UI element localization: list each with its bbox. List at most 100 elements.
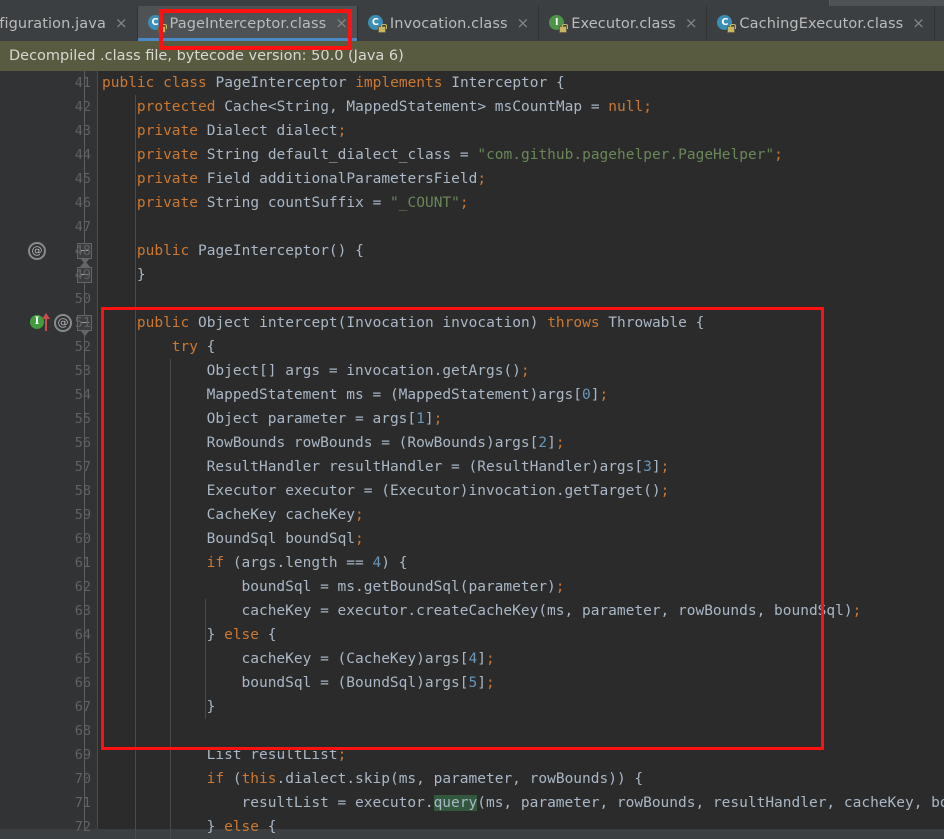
line-number: 45 [74, 171, 91, 187]
code-token: query [433, 795, 478, 811]
code-line[interactable]: private Dialect dialect; [137, 119, 347, 143]
code-line[interactable]: boundSql = ms.getBoundSql(parameter); [242, 575, 565, 599]
code-token: { [259, 627, 277, 643]
editor-tab-cachingexecutor-class[interactable]: C CachingExecutor.class × [707, 6, 935, 41]
code-line[interactable]: private Field additionalParametersField; [137, 167, 486, 191]
editor-tab-executor-class[interactable]: I Executor.class × [539, 6, 708, 41]
code-line[interactable]: Executor executor = (Executor)invocation… [207, 479, 670, 503]
code-token: ; [477, 171, 487, 187]
line-number: 41 [74, 75, 91, 91]
line-number: 67 [74, 699, 91, 715]
code-line[interactable]: boundSql = (BoundSql)args[5]; [242, 671, 495, 695]
line-number: 49 [74, 267, 91, 283]
code-token: boundSql = ms.getBoundSql(parameter) [241, 579, 556, 595]
code-token: ResultHandler resultHandler = (ResultHan… [206, 459, 644, 475]
indent-guide [134, 95, 136, 839]
code-line[interactable]: public Object intercept(Invocation invoc… [137, 311, 704, 335]
line-number: 57 [74, 459, 91, 475]
code-token: ; [643, 99, 652, 115]
editor-tab-invocation-class[interactable]: C Invocation.class × [357, 6, 540, 41]
code-token: ; [774, 147, 783, 163]
code-token: String default_dialect_class = [206, 147, 478, 163]
code-token: CacheKey cacheKey [206, 507, 356, 523]
code-token: (ms, parameter, rowBounds, resultHandler… [477, 795, 944, 811]
code-line[interactable]: try { [172, 335, 216, 359]
code-editor[interactable]: 41 42 43 44 45 46 47 48 @49 50 51 I @52 53 54 55 56 57 58 5… [0, 71, 944, 839]
code-line[interactable]: } [207, 695, 216, 719]
override-arrow-icon[interactable] [42, 313, 50, 331]
editor-tab-nfiguration-java[interactable]: nfiguration.java × [0, 6, 138, 41]
code-line[interactable]: private String default_dialect_class = "… [137, 143, 783, 167]
annotation-gutter-icon[interactable]: @ [54, 314, 72, 332]
code-token: 2 [538, 435, 548, 451]
code-token: List resultList [206, 747, 338, 763]
code-token: PageInterceptor() { [197, 243, 364, 259]
line-number: 46 [74, 195, 91, 211]
code-line[interactable]: } else { [207, 623, 277, 647]
close-icon[interactable]: × [115, 16, 128, 31]
code-line[interactable]: resultList = executor.query(ms, paramete… [242, 791, 944, 815]
code-token: ; [520, 363, 530, 379]
code-line[interactable]: cacheKey = executor.createCacheKey(ms, p… [242, 599, 862, 623]
code-token: Object parameter = args[ [206, 411, 417, 427]
code-line[interactable]: protected Cache<String, MappedStatement>… [137, 95, 652, 119]
code-line[interactable]: if (args.length == 4) { [207, 551, 408, 575]
code-line[interactable]: if (this.dialect.skip(ms, parameter, row… [207, 767, 644, 791]
code-token: private [136, 171, 207, 187]
code-token: cacheKey = (CacheKey)args[ [241, 651, 469, 667]
lock-badge-icon [559, 24, 569, 33]
indent-guide [169, 359, 171, 839]
close-icon[interactable]: × [912, 16, 925, 31]
code-line[interactable]: public class PageInterceptor implements … [102, 71, 565, 95]
line-number: 66 [74, 675, 91, 691]
code-line[interactable]: MappedStatement ms = (MappedStatement)ar… [207, 383, 609, 407]
editor-tab-partial[interactable]: C [934, 6, 944, 41]
code-token: RowBounds rowBounds = (RowBounds)args[ [206, 435, 539, 451]
editor-gutter[interactable]: 41 42 43 44 45 46 47 48 @49 50 51 I @52 53 54 55 56 57 58 5… [0, 71, 98, 835]
code-token: ] [424, 411, 434, 427]
code-line[interactable]: } [137, 263, 146, 287]
line-number: 55 [74, 411, 91, 427]
code-token: 3 [643, 459, 652, 475]
code-line[interactable]: Object[] args = invocation.getArgs(); [207, 359, 530, 383]
code-token: ; [555, 435, 565, 451]
code-line[interactable]: Object parameter = args[1]; [207, 407, 443, 431]
close-icon[interactable]: × [517, 16, 530, 31]
code-token: ; [599, 387, 609, 403]
line-number: 64 [74, 627, 91, 643]
line-number: 71 [74, 795, 91, 811]
code-token: Interceptor { [451, 75, 565, 91]
code-token: } [136, 267, 146, 283]
code-token: 4 [372, 555, 382, 571]
code-text-area[interactable]: public class PageInterceptor implements … [98, 71, 944, 839]
code-token: 0 [582, 387, 591, 403]
close-icon[interactable]: × [685, 16, 698, 31]
code-line[interactable]: cacheKey = (CacheKey)args[4]; [242, 647, 495, 671]
annotation-gutter-icon[interactable]: @ [28, 242, 46, 260]
code-token: public [102, 75, 164, 91]
editor-tab-label: nfiguration.java [0, 15, 106, 32]
close-icon[interactable]: × [335, 16, 348, 31]
code-line[interactable]: public PageInterceptor() { [137, 239, 364, 263]
code-token: if [206, 771, 225, 787]
code-line[interactable]: List resultList; [207, 743, 347, 767]
code-token: ; [355, 507, 364, 523]
code-token: protected [136, 99, 225, 115]
code-line[interactable]: ResultHandler resultHandler = (ResultHan… [207, 455, 670, 479]
code-line[interactable]: CacheKey cacheKey; [207, 503, 364, 527]
code-token: } [206, 699, 216, 715]
code-token: class [163, 75, 216, 91]
editor-tab-pageinterceptor-class[interactable]: C PageInterceptor.class × [137, 6, 358, 41]
code-line[interactable]: private String countSuffix = "_COUNT"; [137, 191, 469, 215]
code-token: Dialect dialect [206, 123, 338, 139]
code-token: ; [485, 675, 495, 691]
code-token: cacheKey = executor.createCacheKey(ms, p… [241, 603, 853, 619]
code-line[interactable]: RowBounds rowBounds = (RowBounds)args[2]… [207, 431, 565, 455]
interface-locked-icon: I [549, 15, 569, 33]
editor-tab-label: Invocation.class [389, 15, 508, 32]
code-line[interactable]: } else { [207, 815, 277, 839]
code-token: ; [660, 483, 670, 499]
code-line[interactable]: BoundSql boundSql; [207, 527, 364, 551]
code-token: BoundSql boundSql [206, 531, 356, 547]
line-number: 69 [74, 747, 91, 763]
